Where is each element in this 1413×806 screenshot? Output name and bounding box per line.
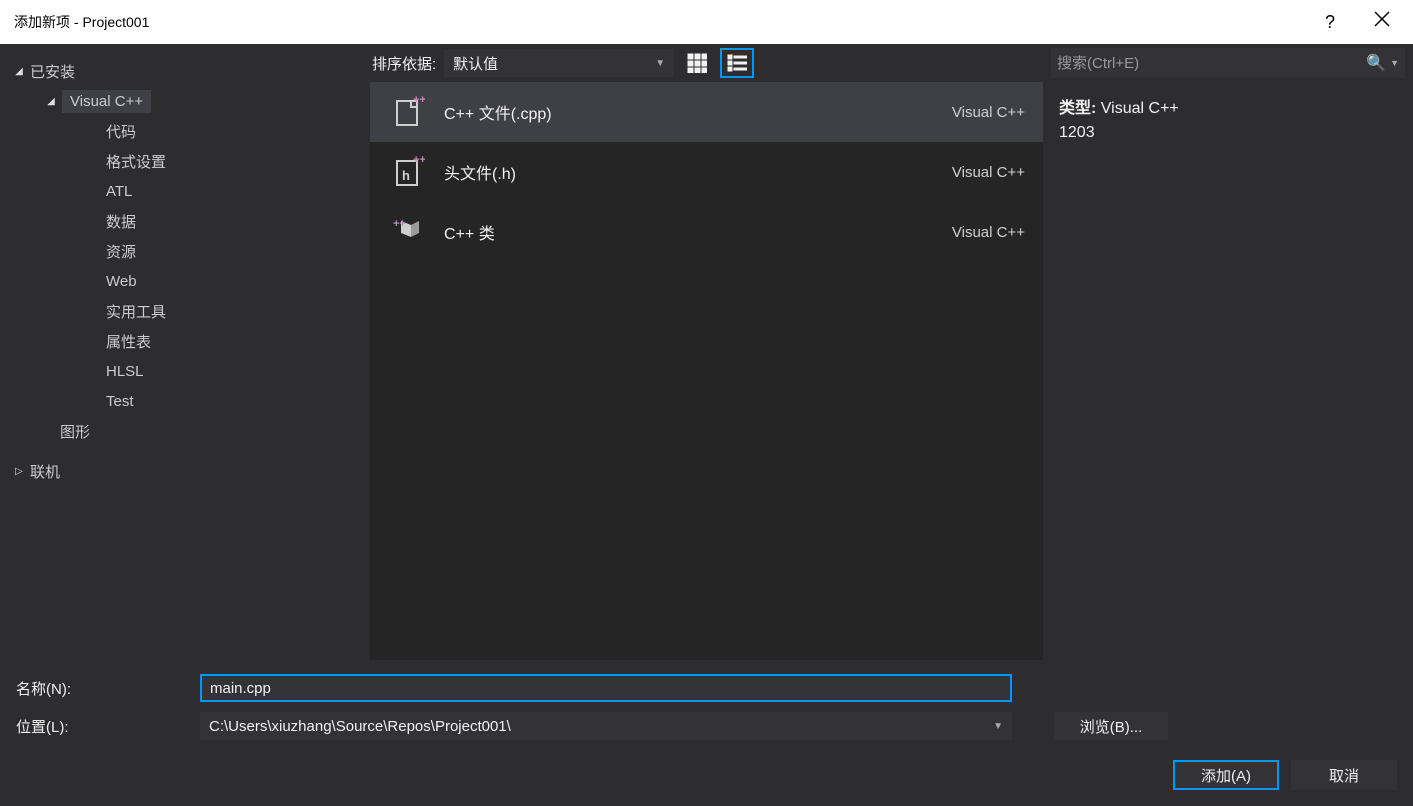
help-icon[interactable]: ? [1325,12,1335,33]
form-area: 名称(N): 位置(L): C:\Users\xiuzhang\Source\R… [0,660,1413,756]
sidebar-item-graphics[interactable]: 图形 [38,416,362,446]
svg-text:++: ++ [413,155,425,166]
svg-text:h: h [402,168,410,183]
cancel-button[interactable]: 取消 [1291,760,1397,790]
browse-button[interactable]: 浏览(B)... [1054,712,1168,740]
template-name: C++ 类 [444,220,952,244]
search-icon[interactable]: 🔍 [1366,53,1386,73]
cpp-class-icon: ++ [388,212,428,252]
details-panel: 🔍 ▼ 类型: Visual C++ 1203 [1043,44,1413,660]
chevron-right-icon: ▷ [12,466,26,477]
sidebar-item-test[interactable]: Test [100,386,362,416]
footer: 添加(A) 取消 [0,756,1413,806]
type-label: 类型: [1059,100,1096,117]
close-icon[interactable] [1373,10,1391,33]
chevron-down-icon: ▼ [655,58,665,69]
location-label: 位置(L): [16,716,188,737]
chevron-down-icon: ◢ [12,66,26,77]
template-name: 头文件(.h) [444,160,952,184]
chevron-down-icon[interactable]: ▼ [1390,58,1399,68]
sidebar-online[interactable]: ▷ 联机 [8,456,362,486]
sidebar-item-prop[interactable]: 属性表 [100,326,362,356]
location-combo[interactable]: C:\Users\xiuzhang\Source\Repos\Project00… [200,712,1012,740]
svg-text:++: ++ [413,95,425,106]
sidebar-item-format[interactable]: 格式设置 [100,146,362,176]
svg-text:++: ++ [393,218,406,230]
cpp-file-icon: ++ [388,92,428,132]
search-input[interactable] [1057,55,1362,72]
header-file-icon: h ++ [388,152,428,192]
sidebar-installed[interactable]: ◢ 已安装 [8,56,362,86]
template-lang: Visual C++ [952,164,1025,181]
sidebar-item-util[interactable]: 实用工具 [100,296,362,326]
sidebar-item-data[interactable]: 数据 [100,206,362,236]
template-lang: Visual C++ [952,104,1025,121]
add-button[interactable]: 添加(A) [1173,760,1279,790]
sidebar-item-resource[interactable]: 资源 [100,236,362,266]
description: 1203 [1059,124,1397,142]
name-input[interactable] [200,674,1012,702]
sidebar-item-atl[interactable]: ATL [100,176,362,206]
template-lang: Visual C++ [952,224,1025,241]
sidebar-item-hlsl[interactable]: HLSL [100,356,362,386]
template-list: ++ C++ 文件(.cpp) Visual C++ h ++ 头文件(. [370,82,1043,660]
titlebar: 添加新项 - Project001 ? [0,0,1413,44]
sidebar-item-code[interactable]: 代码 [100,116,362,146]
template-name: C++ 文件(.cpp) [444,100,952,124]
view-list-button[interactable] [720,48,754,78]
name-label: 名称(N): [16,678,188,699]
search-box[interactable]: 🔍 ▼ [1051,48,1405,78]
template-cpp-class[interactable]: ++ C++ 类 Visual C++ [370,202,1043,262]
template-cpp-file[interactable]: ++ C++ 文件(.cpp) Visual C++ [370,82,1043,142]
chevron-down-icon: ▼ [993,721,1003,732]
type-value: Visual C++ [1101,100,1179,117]
category-sidebar: ◢ 已安装 ◢ Visual C++ 代码 格式设置 ATL 数据 资源 Web… [0,44,370,660]
view-grid-button[interactable] [680,48,714,78]
window-title: 添加新项 - Project001 [14,12,149,32]
template-header-file[interactable]: h ++ 头文件(.h) Visual C++ [370,142,1043,202]
sort-combo[interactable]: 默认值 ▼ [444,49,674,77]
sidebar-item-web[interactable]: Web [100,266,362,296]
sort-label: 排序依据: [372,53,436,74]
sidebar-visual-cpp[interactable]: ◢ Visual C++ [38,86,362,116]
chevron-down-icon: ◢ [44,96,58,107]
toolbar: 排序依据: 默认值 ▼ [370,44,1043,82]
